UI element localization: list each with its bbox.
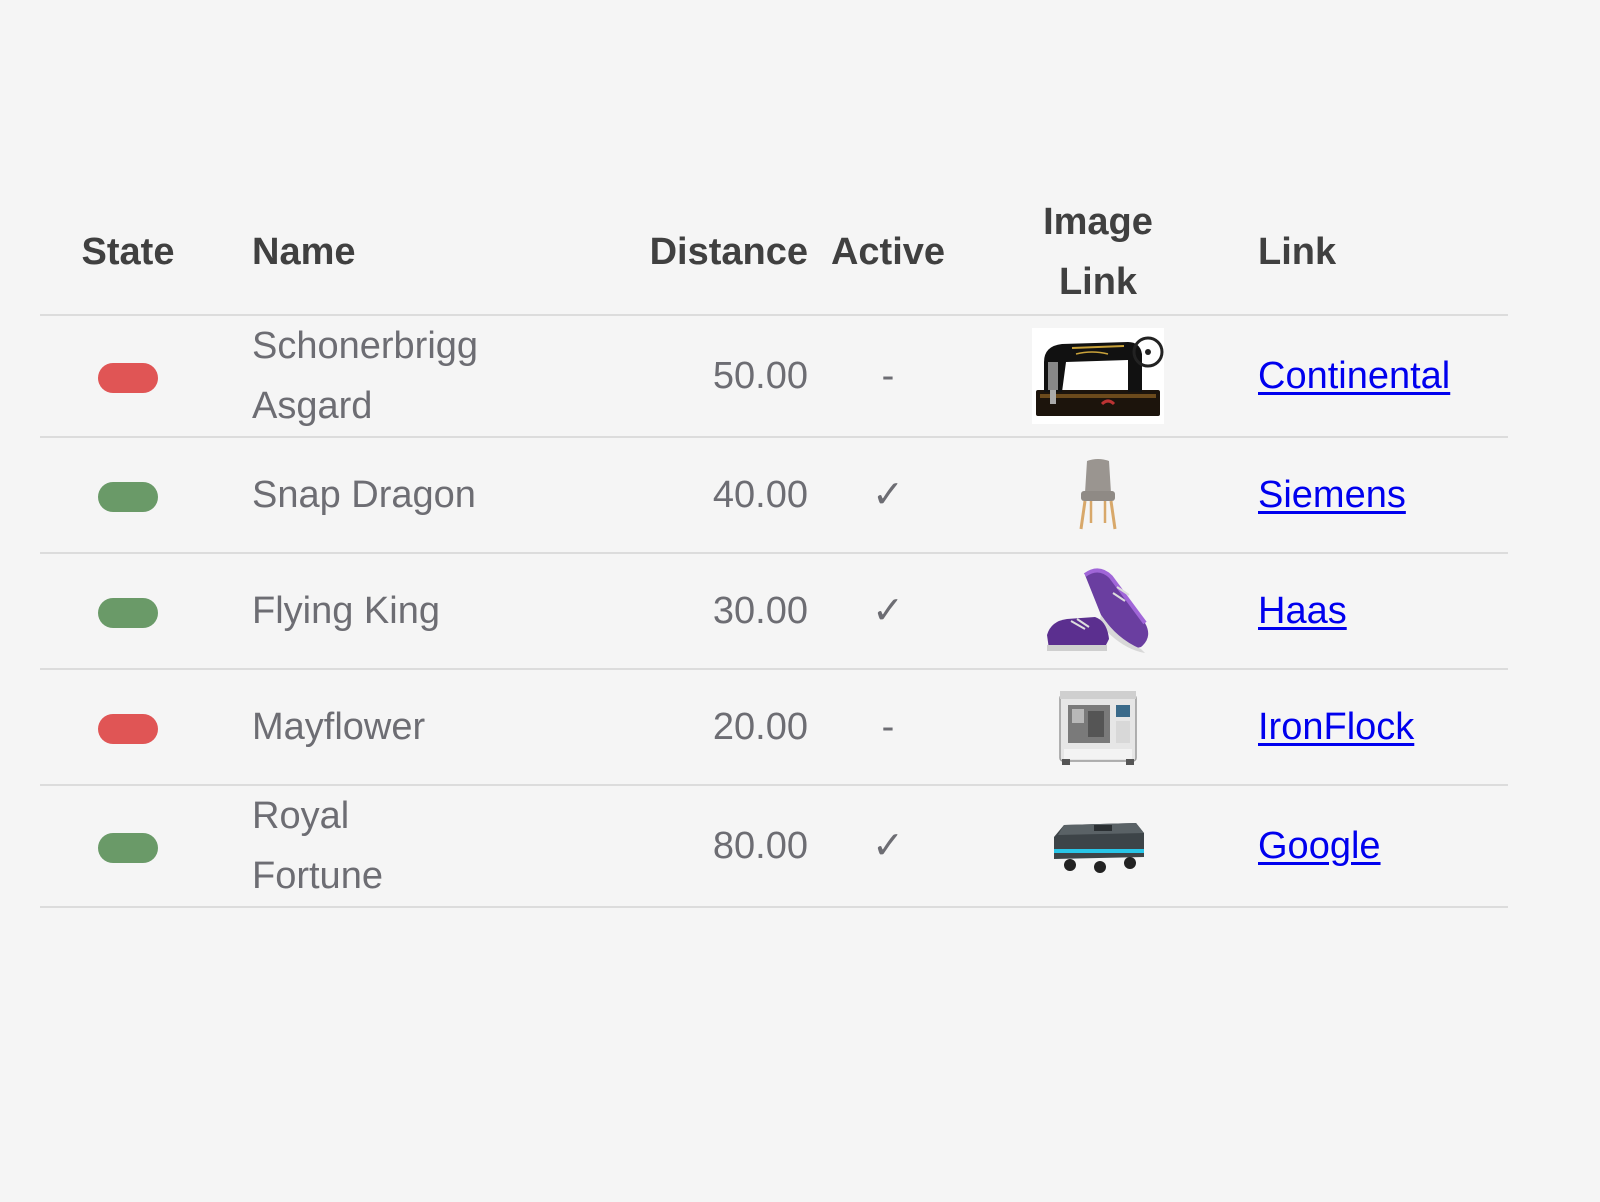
chair-image	[1079, 459, 1117, 530]
state-cell	[40, 553, 216, 670]
state-indicator-on	[98, 597, 158, 628]
table-row: Mayflower 20.00 - IronFlock	[40, 669, 1508, 786]
state-cell	[40, 437, 216, 554]
sneakers-image	[1047, 568, 1149, 653]
distance-cell: 30.00	[506, 553, 808, 670]
name-line1: Flying King	[252, 590, 440, 632]
link-cell: Haas	[1228, 553, 1508, 670]
state-cell	[40, 785, 216, 908]
name-line1: Mayflower	[252, 706, 426, 748]
mobile-robot-image	[1054, 822, 1144, 873]
name-cell: Royal Fortune	[216, 785, 506, 908]
table-row: Flying King 30.00 ✓ Haas	[40, 553, 1508, 670]
state-cell	[40, 669, 216, 786]
link-google[interactable]: Google	[1258, 825, 1381, 867]
header-link: Link	[1228, 190, 1508, 316]
link-haas[interactable]: Haas	[1258, 590, 1347, 632]
active-cell: -	[808, 315, 968, 438]
active-cell: -	[808, 669, 968, 786]
header-image-link-line2: Link	[1058, 261, 1138, 303]
link-ironflock[interactable]: IronFlock	[1258, 706, 1414, 748]
header-active: Active	[808, 190, 968, 316]
distance-cell: 80.00	[506, 785, 808, 908]
active-cell: ✓	[808, 437, 968, 554]
name-cell: Mayflower	[216, 669, 506, 786]
data-table-container: State Name Distance Active Image Link Li…	[40, 190, 1508, 908]
inactive-dash-icon: -	[881, 706, 895, 748]
link-cell: Continental	[1228, 315, 1508, 438]
image-cell	[968, 437, 1228, 554]
inactive-dash-icon: -	[881, 355, 895, 397]
state-indicator-on	[98, 832, 158, 863]
header-row: State Name Distance Active Image Link Li…	[40, 190, 1508, 316]
header-name: Name	[216, 190, 506, 316]
link-cell: Siemens	[1228, 437, 1508, 554]
table-body: Schonerbrigg Asgard 50.00 - Continental …	[40, 315, 1508, 908]
table-row: Royal Fortune 80.00 ✓ Google	[40, 785, 1508, 908]
sewing-machine-image	[1032, 328, 1164, 424]
distance-cell: 20.00	[506, 669, 808, 786]
link-continental[interactable]: Continental	[1258, 355, 1450, 397]
link-cell: Google	[1228, 785, 1508, 908]
link-cell: IronFlock	[1228, 669, 1508, 786]
header-image-link-line1: Image	[1043, 201, 1153, 243]
active-check-icon: ✓	[872, 825, 904, 867]
table-row: Snap Dragon 40.00 ✓ Siemens	[40, 437, 1508, 554]
name-cell: Flying King	[216, 553, 506, 670]
data-table: State Name Distance Active Image Link Li…	[40, 190, 1508, 908]
image-cell	[968, 669, 1228, 786]
active-check-icon: ✓	[872, 474, 904, 516]
header-distance: Distance	[506, 190, 808, 316]
name-cell: Schonerbrigg Asgard	[216, 315, 506, 438]
distance-cell: 40.00	[506, 437, 808, 554]
state-cell	[40, 315, 216, 438]
header-state: State	[40, 190, 216, 316]
active-check-icon: ✓	[872, 590, 904, 632]
name-line2: Asgard	[252, 385, 373, 427]
name-line1: Schonerbrigg	[252, 325, 479, 367]
table-header: State Name Distance Active Image Link Li…	[40, 190, 1508, 316]
state-indicator-off	[98, 362, 158, 393]
image-cell	[968, 315, 1228, 438]
name-line2: Fortune	[252, 855, 383, 897]
industrial-machine-image	[1059, 691, 1137, 765]
image-cell	[968, 785, 1228, 908]
active-cell: ✓	[808, 785, 968, 908]
header-image-link: Image Link	[968, 190, 1228, 316]
name-cell: Snap Dragon	[216, 437, 506, 554]
image-cell	[968, 553, 1228, 670]
active-cell: ✓	[808, 553, 968, 670]
state-indicator-on	[98, 481, 158, 512]
state-indicator-off	[98, 713, 158, 744]
name-line1: Snap Dragon	[252, 474, 476, 516]
distance-cell: 50.00	[506, 315, 808, 438]
name-line1: Royal	[252, 795, 350, 837]
link-siemens[interactable]: Siemens	[1258, 474, 1406, 516]
table-row: Schonerbrigg Asgard 50.00 - Continental	[40, 315, 1508, 438]
